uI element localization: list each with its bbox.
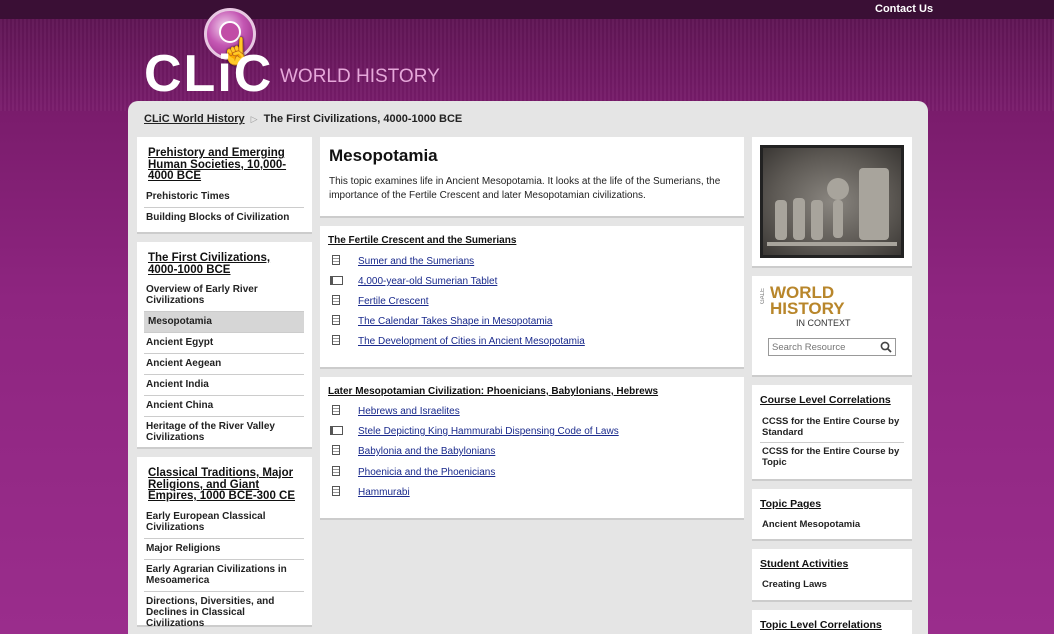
gale-label: GALE	[760, 288, 766, 305]
nav-item-overview-river[interactable]: Overview of Early River Civilizations	[144, 280, 304, 312]
nav-item-directions-diversities[interactable]: Directions, Diversities, and Declines in…	[144, 592, 304, 634]
course-correlations-box: Course Level Correlations CCSS for the E…	[752, 385, 912, 481]
nav-item-early-european[interactable]: Early European Classical Civilizations	[144, 507, 304, 539]
topic-pages-box: Topic Pages Ancient Mesopotamia	[752, 489, 912, 541]
breadcrumb: CLiC World History ▷ The First Civilizatio…	[144, 113, 462, 125]
resource-link[interactable]: Phoenicia and the Phoenicians	[358, 467, 495, 478]
page-title: Mesopotamia	[329, 146, 438, 165]
resource-link[interactable]: Hebrews and Israelites	[358, 406, 460, 417]
document-icon	[330, 335, 344, 347]
section-heading[interactable]: Later Mesopotamian Civilization: Phoenic…	[328, 386, 658, 397]
resource-link[interactable]: Fertile Crescent	[358, 296, 429, 307]
nav-item-major-religions[interactable]: Major Religions	[144, 539, 304, 560]
film-icon	[330, 275, 344, 287]
resource-link[interactable]: Sumer and the Sumerians	[358, 256, 474, 267]
document-icon	[330, 405, 344, 417]
topic-intro: Mesopotamia This topic examines life in …	[320, 137, 744, 218]
search-input[interactable]	[772, 340, 878, 354]
nav-item-building-blocks[interactable]: Building Blocks of Civilization	[144, 208, 304, 228]
section-later-mesopotamian: Later Mesopotamian Civilization: Phoenic…	[320, 377, 744, 520]
document-icon	[330, 315, 344, 327]
section-fertile-crescent: The Fertile Crescent and the Sumerians S…	[320, 226, 744, 369]
nav-item-heritage-river[interactable]: Heritage of the River Valley Civilizatio…	[144, 417, 304, 448]
nav-item-ancient-egypt[interactable]: Ancient Egypt	[144, 333, 304, 354]
logo-clic-text: CLiC	[144, 45, 274, 103]
nav-group-prehistory: Prehistory and Emerging Human Societies,…	[137, 137, 312, 234]
document-icon	[330, 445, 344, 457]
search-box	[768, 338, 896, 356]
document-icon	[330, 255, 344, 267]
breadcrumb-home-link[interactable]: CLiC World History	[144, 113, 245, 125]
document-icon	[330, 486, 344, 498]
document-icon	[330, 295, 344, 307]
document-icon	[330, 466, 344, 478]
breadcrumb-current: The First Civilizations, 4000-1000 BCE	[263, 113, 463, 125]
resource-link[interactable]: Stele Depicting King Hammurabi Dispensin…	[358, 426, 619, 437]
nav-group-first-civilizations: The First Civilizations, 4000-1000 BCE O…	[137, 242, 312, 449]
breadcrumb-separator-icon: ▷	[250, 114, 258, 124]
list-item[interactable]: Ancient Mesopotamia	[760, 516, 904, 534]
section-heading[interactable]: The Fertile Crescent and the Sumerians	[328, 235, 516, 246]
nav-item-prehistoric-times[interactable]: Prehistoric Times	[144, 187, 304, 208]
world-history-in-context-box: GALE WORLD HISTORY IN CONTEXT	[752, 276, 912, 377]
contact-us-link[interactable]: Contact Us	[875, 3, 933, 15]
topic-description: This topic examines life in Ancient Meso…	[329, 176, 721, 201]
topic-pages-heading[interactable]: Topic Pages	[760, 498, 821, 510]
search-icon[interactable]	[880, 341, 892, 353]
nav-item-ancient-india[interactable]: Ancient India	[144, 375, 304, 396]
logo-world-history-text: WORLD HISTORY	[280, 66, 440, 87]
resource-link[interactable]: The Calendar Takes Shape in Mesopotamia	[358, 316, 552, 327]
resource-link[interactable]: 4,000-year-old Sumerian Tablet	[358, 276, 497, 287]
student-activities-box: Student Activities Creating Laws	[752, 549, 912, 602]
list-item[interactable]: CCSS for the Entire Course by Standard	[760, 413, 904, 443]
student-activities-heading[interactable]: Student Activities	[760, 558, 848, 570]
topic-correlations-heading[interactable]: Topic Level Correlations	[760, 619, 882, 631]
resource-link[interactable]: Babylonia and the Babylonians	[358, 446, 495, 457]
nav-item-mesopotamia[interactable]: Mesopotamia	[144, 312, 304, 333]
list-item[interactable]: CCSS for the Entire Course by Topic	[760, 443, 904, 472]
nav-group-heading[interactable]: Prehistory and Emerging Human Societies,…	[148, 147, 298, 183]
list-item[interactable]: Creating Laws	[760, 576, 904, 594]
nav-group-heading[interactable]: Classical Traditions, Major Religions, a…	[148, 467, 298, 503]
nav-group-classical-traditions: Classical Traditions, Major Religions, a…	[137, 457, 312, 629]
film-icon	[330, 425, 344, 437]
whic-line2: HISTORY	[770, 299, 845, 318]
sumerian-tablet-image[interactable]	[760, 145, 904, 258]
resource-link[interactable]: The Development of Cities in Ancient Mes…	[358, 336, 585, 347]
resource-link[interactable]: Hammurabi	[358, 487, 410, 498]
nav-group-heading[interactable]: The First Civilizations, 4000-1000 BCE	[148, 252, 298, 276]
featured-image-box	[752, 137, 912, 268]
nav-item-ancient-china[interactable]: Ancient China	[144, 396, 304, 417]
topic-correlations-box: Topic Level Correlations	[752, 610, 912, 634]
whic-line3: IN CONTEXT	[796, 318, 851, 328]
course-correlations-heading[interactable]: Course Level Correlations	[760, 394, 891, 406]
nav-item-early-agrarian[interactable]: Early Agrarian Civilizations in Mesoamer…	[144, 560, 304, 592]
clic-logo[interactable]: ☝ CLiC WORLD HISTORY	[144, 8, 444, 100]
world-history-in-context-logo[interactable]: GALE WORLD HISTORY IN CONTEXT	[760, 282, 904, 342]
nav-item-ancient-aegean[interactable]: Ancient Aegean	[144, 354, 304, 375]
